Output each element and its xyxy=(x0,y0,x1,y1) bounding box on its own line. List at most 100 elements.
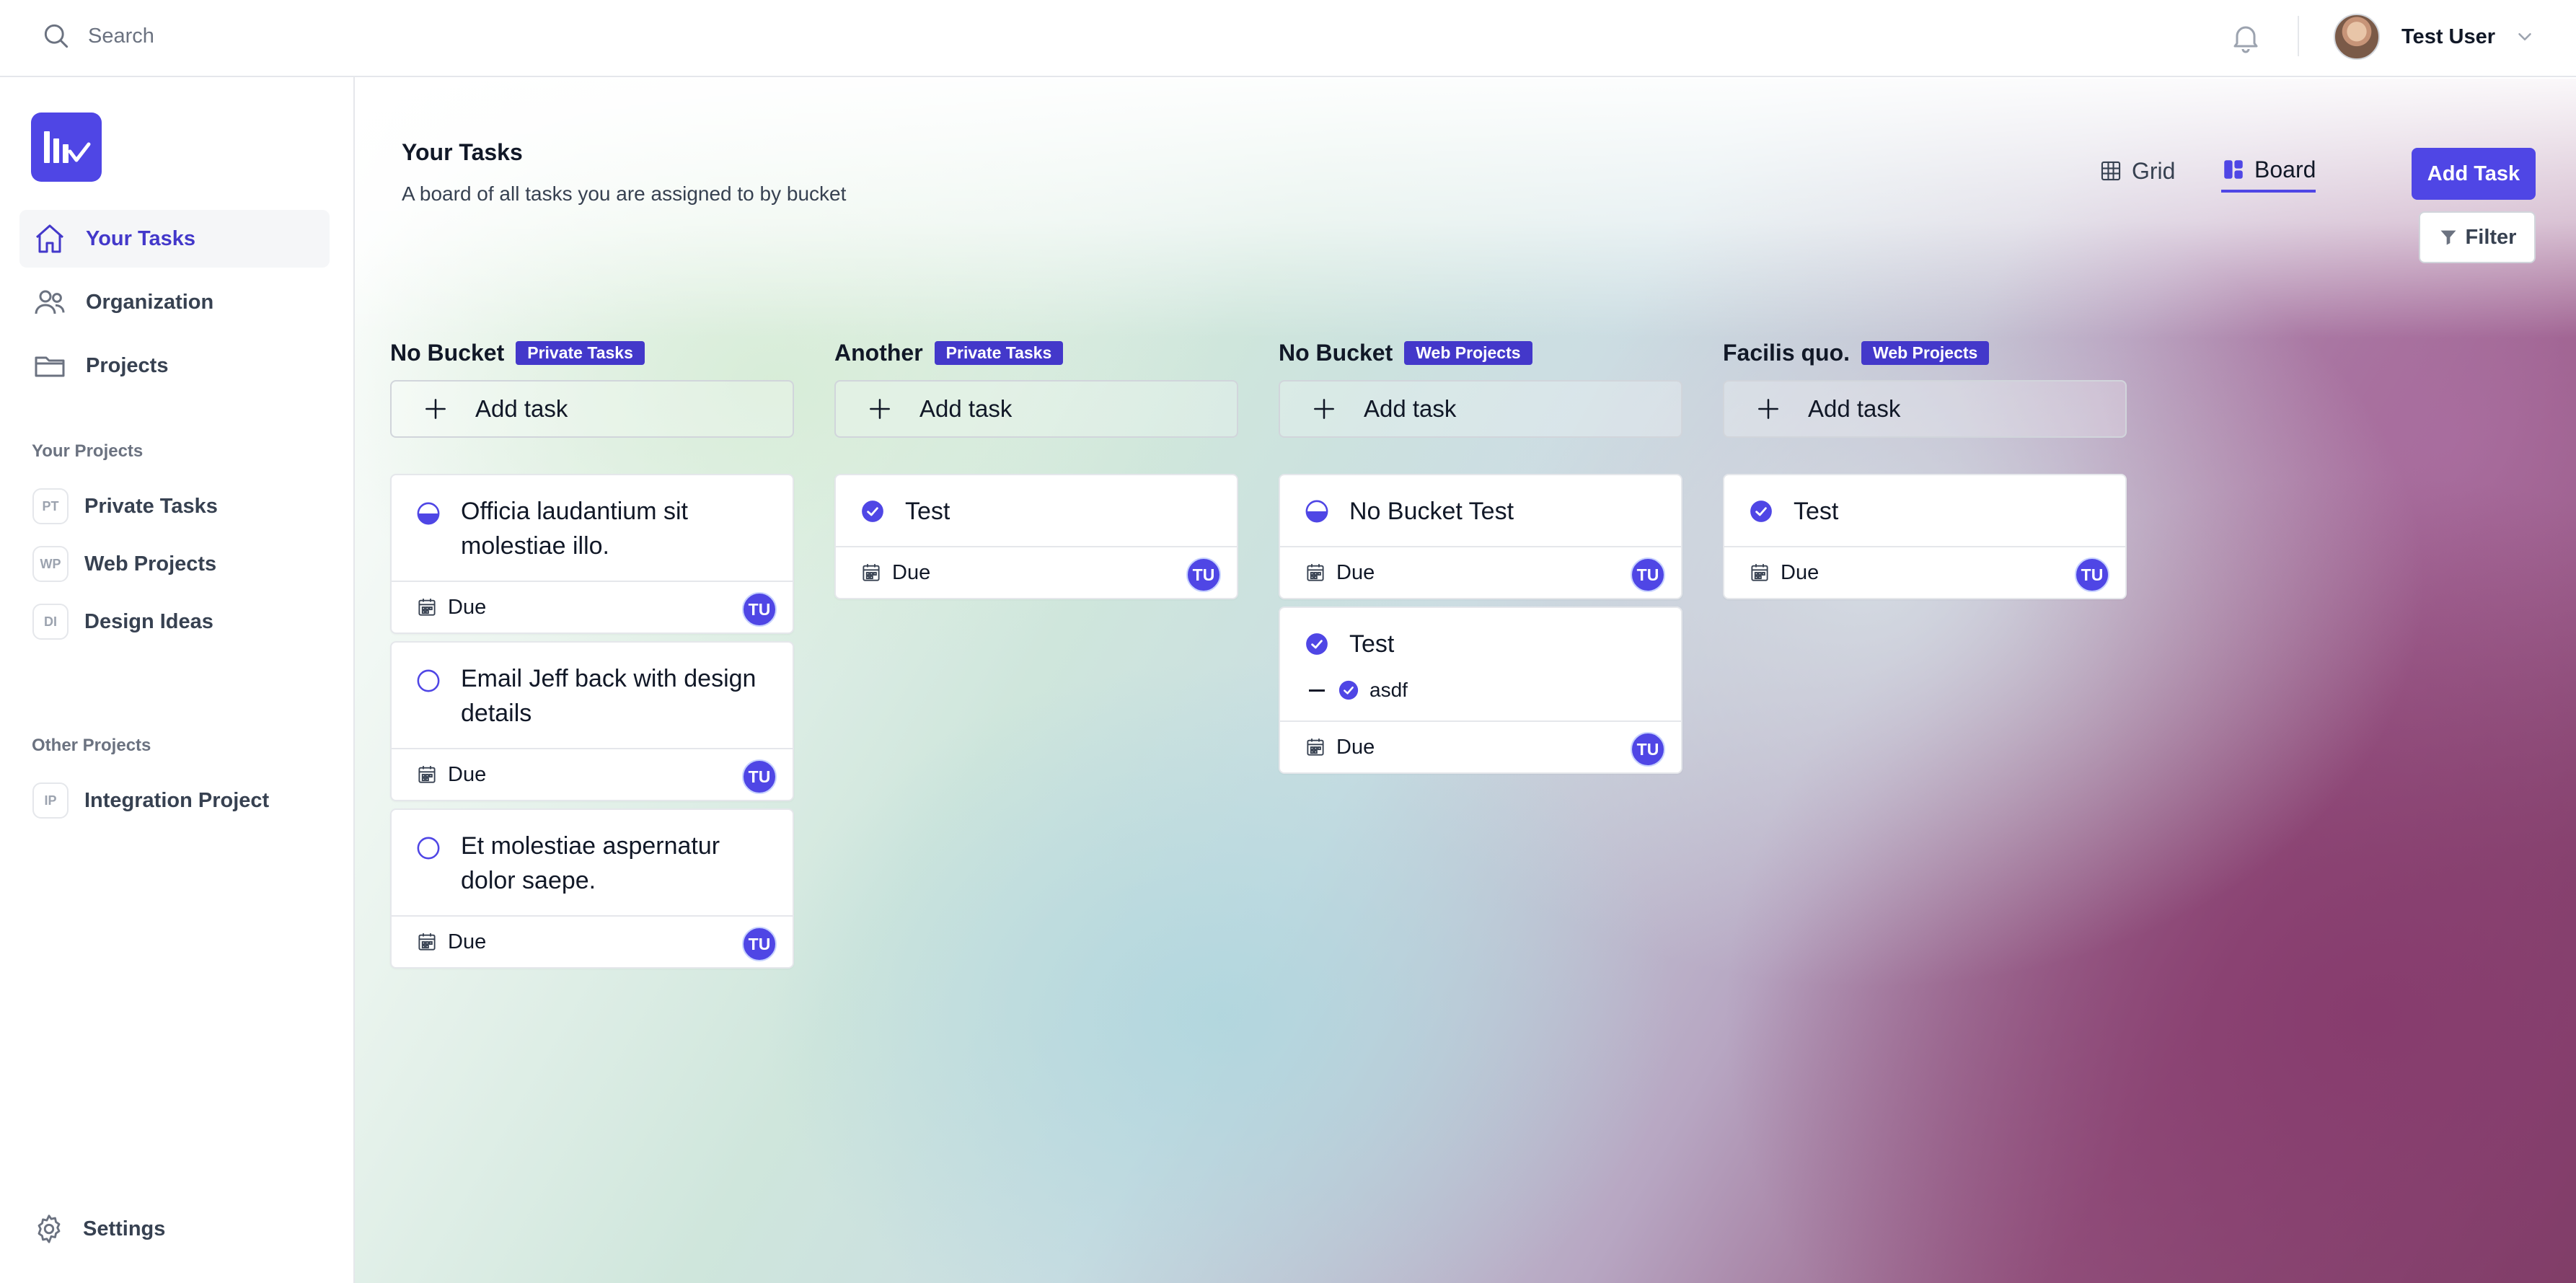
tab-label: Grid xyxy=(2132,157,2176,184)
task-card[interactable]: Test asdf Due TU xyxy=(1279,607,1682,774)
check-circle-icon[interactable] xyxy=(860,499,885,524)
column-header: Facilis quo. Web Projects xyxy=(1723,340,2127,366)
avatar xyxy=(2334,14,2380,60)
assignee-avatar[interactable]: TU xyxy=(2075,557,2109,592)
subtask-dash xyxy=(1309,689,1325,692)
sidebar-item-projects[interactable]: Projects xyxy=(19,337,330,394)
header-divider xyxy=(2298,16,2299,56)
calendar-icon xyxy=(1307,739,1324,756)
due-label: Due xyxy=(1336,560,1375,584)
assignee-avatar[interactable]: TU xyxy=(742,927,777,961)
project-badge: WP xyxy=(32,546,69,582)
task-card[interactable]: Et molestiae aspernatur dolor saepe. Due… xyxy=(390,808,794,969)
assignee-avatar[interactable]: TU xyxy=(1631,732,1665,767)
add-task-label: Add task xyxy=(475,395,568,422)
column-title: No Bucket xyxy=(390,339,505,366)
plus-icon xyxy=(1758,399,1778,419)
home-icon xyxy=(36,224,63,253)
task-card[interactable]: Email Jeff back with design details Due … xyxy=(390,641,794,801)
project-badge: DI xyxy=(32,604,69,640)
sidebar: Your Tasks Organization Projects Your Pr… xyxy=(0,77,355,1283)
sidebar-item-organization[interactable]: Organization xyxy=(19,273,330,331)
calendar-icon xyxy=(418,933,436,951)
empty-circle-icon[interactable] xyxy=(416,669,441,693)
other-projects-heading: Other Projects xyxy=(32,736,151,755)
sidebar-item-label: Organization xyxy=(86,290,214,314)
add-task-row[interactable]: Add task xyxy=(834,380,1238,438)
column-title: Another xyxy=(834,339,923,366)
card-header: Test xyxy=(1724,475,2125,546)
assignee-avatar[interactable]: TU xyxy=(742,759,777,794)
project-label: Private Tasks xyxy=(84,494,218,518)
folder-icon xyxy=(35,356,65,377)
filter-button[interactable]: Filter xyxy=(2419,211,2536,263)
due-label: Due xyxy=(448,930,487,953)
project-tag: Web Projects xyxy=(1861,340,1990,365)
add-task-label: Add task xyxy=(1364,395,1457,422)
half-circle-icon[interactable] xyxy=(416,501,441,526)
card-footer: Due TU xyxy=(392,581,793,632)
check-circle-icon[interactable] xyxy=(1749,499,1773,524)
project-item-design-ideas[interactable]: DI Design Ideas xyxy=(19,598,330,645)
board-column: Facilis quo. Web Projects Add task Test … xyxy=(1723,340,2127,599)
calendar-icon xyxy=(418,599,436,616)
card-footer: Due TU xyxy=(392,748,793,800)
task-card[interactable]: Officia laudantium sit molestiae illo. D… xyxy=(390,474,794,634)
sidebar-item-your-tasks[interactable]: Your Tasks xyxy=(19,210,330,268)
assignee-avatar[interactable]: TU xyxy=(1631,557,1665,592)
empty-circle-icon[interactable] xyxy=(416,836,441,860)
card-header: Email Jeff back with design details xyxy=(392,643,793,748)
task-title: Test xyxy=(1794,498,1839,525)
task-card[interactable]: Test Due TU xyxy=(834,474,1238,599)
page-title: Your Tasks xyxy=(402,139,523,165)
sidebar-item-label: Your Tasks xyxy=(86,226,196,250)
half-circle-icon[interactable] xyxy=(1305,499,1329,524)
plus-icon xyxy=(870,399,890,419)
task-title: Email Jeff back with design details xyxy=(461,665,757,727)
page-subtitle: A board of all tasks you are assigned to… xyxy=(402,182,847,205)
column-title: Facilis quo. xyxy=(1723,339,1851,366)
board-icon xyxy=(2224,160,2243,179)
check-circle-icon[interactable] xyxy=(1305,632,1329,656)
board-column: No Bucket Web Projects Add task No Bucke… xyxy=(1279,340,1682,774)
task-card[interactable]: No Bucket Test Due TU xyxy=(1279,474,1682,599)
task-card[interactable]: Test Due TU xyxy=(1723,474,2127,599)
check-circle-icon[interactable] xyxy=(1338,679,1359,701)
card-footer: Due TU xyxy=(836,546,1237,598)
filter-icon xyxy=(2440,230,2456,245)
calendar-icon xyxy=(1751,564,1768,581)
app-logo[interactable] xyxy=(31,113,102,182)
project-label: Integration Project xyxy=(84,788,270,812)
background-fade xyxy=(355,79,2576,338)
add-task-row[interactable]: Add task xyxy=(1723,380,2127,438)
sidebar-item-label: Projects xyxy=(86,353,169,377)
project-label: Web Projects xyxy=(84,552,217,576)
assignee-avatar[interactable]: TU xyxy=(1186,557,1221,592)
assignee-avatar[interactable]: TU xyxy=(742,592,777,627)
project-item-private-tasks[interactable]: PT Private Tasks xyxy=(19,482,330,530)
task-title: Test xyxy=(905,498,950,525)
calendar-icon xyxy=(1307,564,1324,581)
add-task-button[interactable]: Add Task xyxy=(2412,148,2536,200)
project-tag: Private Tasks xyxy=(516,340,645,365)
subtask-item[interactable]: asdf xyxy=(1280,679,1681,720)
card-header: No Bucket Test xyxy=(1280,475,1681,546)
due-label: Due xyxy=(1781,560,1819,584)
top-bar: Test User xyxy=(0,0,2576,77)
bell-icon[interactable] xyxy=(2228,20,2263,55)
add-task-label: Add task xyxy=(1808,395,1901,422)
tab-board[interactable]: Board xyxy=(2221,149,2316,193)
project-item-integration-project[interactable]: IP Integration Project xyxy=(19,777,330,824)
due-label: Due xyxy=(892,560,931,584)
add-task-row[interactable]: Add task xyxy=(390,380,794,438)
tab-grid[interactable]: Grid xyxy=(2099,149,2175,193)
task-title: Officia laudantium sit molestiae illo. xyxy=(461,498,688,560)
search-input[interactable] xyxy=(88,24,521,48)
logo-icon xyxy=(44,131,91,163)
project-item-web-projects[interactable]: WP Web Projects xyxy=(19,540,330,588)
due-label: Due xyxy=(448,595,487,619)
settings-link[interactable]: Settings xyxy=(32,1212,165,1245)
add-task-row[interactable]: Add task xyxy=(1279,380,1682,438)
user-menu[interactable]: Test User xyxy=(2334,13,2536,61)
search-bar[interactable] xyxy=(40,20,521,52)
